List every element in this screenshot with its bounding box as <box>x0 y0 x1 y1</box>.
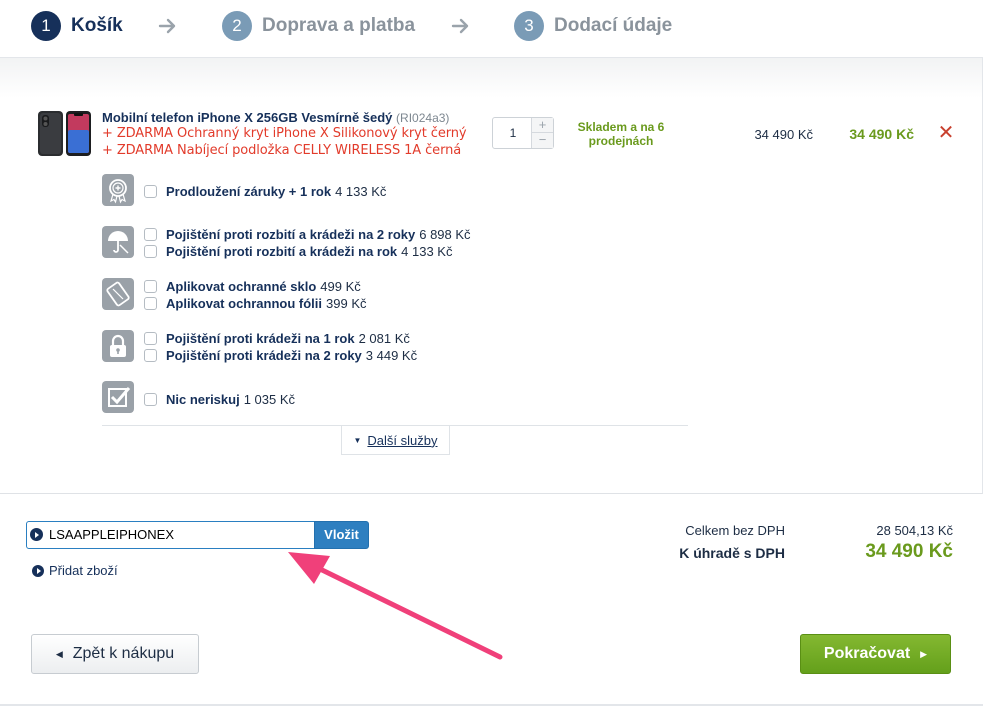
service-checkbox[interactable] <box>144 392 157 406</box>
step-label: Doprava a platba <box>262 15 416 36</box>
quantity-increase-button[interactable]: + <box>532 118 553 133</box>
warranty-icon <box>102 174 134 206</box>
caret-down-icon: ▼ <box>353 435 362 445</box>
coupon-bullet-icon <box>30 528 43 541</box>
screen-protector-icon <box>102 278 134 310</box>
add-product-link[interactable]: Přidat zboží <box>32 563 118 578</box>
service-checkbox[interactable] <box>144 227 157 241</box>
unit-price: 34 490 Kč <box>754 127 813 142</box>
quantity-stepper[interactable]: 1 + − <box>492 117 554 149</box>
caret-left-icon: ◀ <box>55 648 63 659</box>
service-option[interactable]: Pojištění proti rozbití a krádeži na rok… <box>144 243 452 259</box>
quantity-decrease-button[interactable]: − <box>532 133 553 148</box>
service-option[interactable]: Pojištění proti krádeži na 2 roky 3 449 … <box>144 347 417 363</box>
service-option[interactable]: Prodloužení záruky + 1 rok 4 133 Kč <box>144 183 386 199</box>
step-number: 2 <box>222 11 252 41</box>
service-option[interactable]: Pojištění proti krádeži na 1 rok 2 081 K… <box>144 330 410 346</box>
product-code: (RI024a3) <box>396 111 450 125</box>
service-price: 2 081 Kč <box>358 330 410 346</box>
checkout-steps: 1 Košík 2 Doprava a platba 3 Dodací údaj… <box>0 0 983 58</box>
arrow-bullet-icon <box>32 564 44 577</box>
quantity-input[interactable]: 1 <box>493 118 533 148</box>
service-price: 4 133 Kč <box>401 243 453 259</box>
line-total-price: 34 490 Kč <box>849 126 914 142</box>
gift-item[interactable]: + ZDARMA Ochranný kryt iPhone X Silikono… <box>102 126 467 141</box>
continue-button[interactable]: Pokračovat ▶ <box>800 634 951 674</box>
service-name: Nic neriskuj <box>166 391 240 407</box>
service-price: 1 035 Kč <box>243 391 296 407</box>
stock-status: Skladem a na 6 prodejnách <box>577 120 665 148</box>
step-label: Košík <box>71 15 123 36</box>
remove-item-icon[interactable]: ✕ <box>936 122 956 144</box>
service-name: Pojištění proti krádeži na 1 rok <box>166 330 355 346</box>
step-shipping[interactable]: 2 Doprava a platba <box>222 10 415 42</box>
service-option[interactable]: Aplikovat ochranné sklo 499 Kč <box>144 278 361 294</box>
step-cart[interactable]: 1 Košík <box>31 10 123 42</box>
coupon-input[interactable]: LSAAPPLEIPHONEX <box>26 521 315 549</box>
total-with-vat-label: K úhradě s DPH <box>679 545 785 561</box>
add-product-label: Přidat zboží <box>49 563 118 578</box>
service-name: Prodloužení záruky + 1 rok <box>166 183 332 199</box>
product-image[interactable] <box>36 110 94 158</box>
service-price: 4 133 Kč <box>335 183 387 199</box>
service-checkbox[interactable] <box>144 348 157 362</box>
service-option[interactable]: Pojištění proti rozbití a krádeži na 2 r… <box>144 226 471 242</box>
arrow-right-icon <box>158 18 176 34</box>
service-price: 6 898 Kč <box>419 226 471 242</box>
continue-button-label: Pokračovat <box>823 645 911 662</box>
total-without-vat-label: Celkem bez DPH <box>685 523 785 538</box>
service-name: Aplikovat ochrannou fólii <box>166 295 323 311</box>
more-services-label: Další služby <box>367 432 438 448</box>
service-option[interactable]: Aplikovat ochrannou fólii 399 Kč <box>144 295 367 311</box>
lock-icon <box>102 330 134 362</box>
back-to-shopping-button[interactable]: ◀ Zpět k nákupu <box>31 634 199 674</box>
total-with-vat-value: 34 490 Kč <box>865 541 953 562</box>
service-checkbox[interactable] <box>144 184 157 198</box>
step-number: 3 <box>514 11 544 41</box>
coupon-form: LSAAPPLEIPHONEX Vložit <box>26 521 369 549</box>
back-button-label: Zpět k nákupu <box>72 645 175 662</box>
caret-right-icon: ▶ <box>920 648 928 659</box>
service-name: Aplikovat ochranné sklo <box>166 278 317 294</box>
product-name[interactable]: Mobilní telefon iPhone X 256GB Vesmírně … <box>102 110 449 125</box>
service-checkbox[interactable] <box>144 331 157 345</box>
step-delivery-details[interactable]: 3 Dodací údaje <box>514 10 672 42</box>
umbrella-insurance-icon <box>102 226 134 258</box>
arrow-right-icon <box>451 18 469 34</box>
service-name: Pojištění proti rozbití a krádeži na 2 r… <box>166 226 416 242</box>
more-services-toggle[interactable]: ▼ Další služby <box>341 426 450 455</box>
service-name: Pojištění proti krádeži na 2 roky <box>166 347 362 363</box>
product-name-text[interactable]: Mobilní telefon iPhone X 256GB Vesmírně … <box>102 110 392 125</box>
checkmark-icon <box>102 381 134 413</box>
service-price: 3 449 Kč <box>365 347 418 363</box>
step-number: 1 <box>31 11 61 41</box>
step-label: Dodací údaje <box>554 15 673 36</box>
gift-item[interactable]: + ZDARMA Nabíjecí podložka CELLY WIRELES… <box>102 143 461 158</box>
service-price: 399 Kč <box>326 295 367 311</box>
service-checkbox[interactable] <box>144 279 157 293</box>
service-price: 499 Kč <box>320 278 361 294</box>
service-checkbox[interactable] <box>144 244 157 258</box>
apply-coupon-button[interactable]: Vložit <box>314 521 369 549</box>
service-option[interactable]: Nic neriskuj 1 035 Kč <box>144 391 295 407</box>
total-without-vat-value: 28 504,13 Kč <box>876 523 953 538</box>
service-checkbox[interactable] <box>144 296 157 310</box>
service-name: Pojištění proti rozbití a krádeži na rok <box>166 243 398 259</box>
